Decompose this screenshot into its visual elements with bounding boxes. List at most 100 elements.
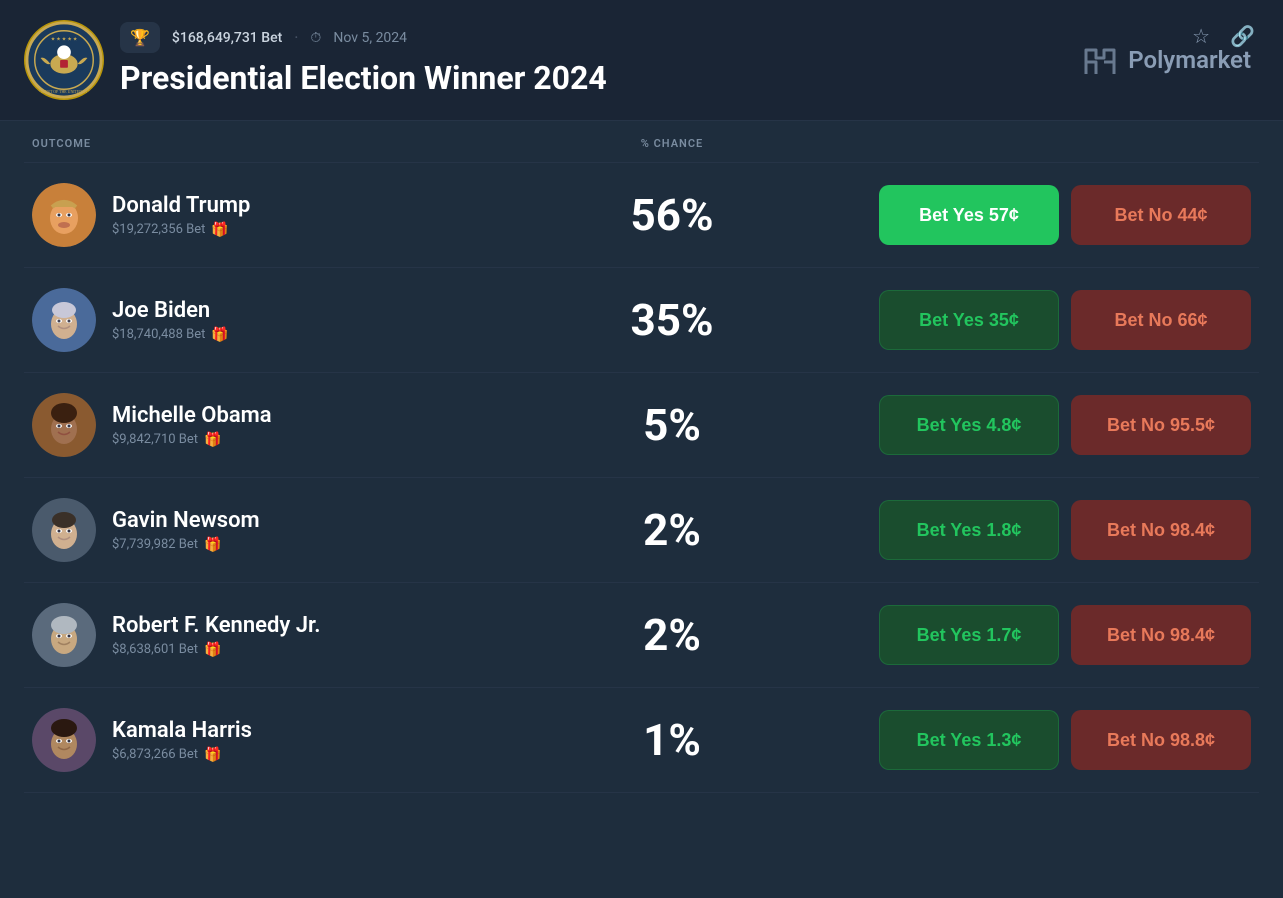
candidates-list: Donald Trump $19,272,356 Bet 🎁 56% Bet Y… [24, 163, 1259, 793]
table-header: OUTCOME % CHANCE [24, 121, 1259, 163]
gift-icon: 🎁 [211, 222, 228, 238]
candidate-avatar [32, 603, 96, 667]
avatar-wrapper [32, 288, 96, 352]
bet-yes-button[interactable]: Bet Yes 4.8¢ [879, 395, 1059, 455]
candidate-name: Michelle Obama [112, 403, 272, 428]
bet-actions: Bet Yes 1.7¢ Bet No 98.4¢ [752, 605, 1251, 665]
candidate-name: Kamala Harris [112, 718, 252, 743]
bet-no-button[interactable]: Bet No 98.4¢ [1071, 500, 1251, 560]
candidate-avatar [32, 393, 96, 457]
bet-yes-button[interactable]: Bet Yes 1.7¢ [879, 605, 1059, 665]
candidate-row: Donald Trump $19,272,356 Bet 🎁 56% Bet Y… [24, 163, 1259, 268]
chance-percent: 2% [643, 609, 701, 661]
trophy-badge: 🏆 [120, 22, 160, 53]
candidate-bet-amount: $18,740,488 Bet 🎁 [112, 327, 229, 343]
svg-text:★ ★ ★ ★ ★: ★ ★ ★ ★ ★ [51, 37, 78, 43]
bet-no-button[interactable]: Bet No 98.4¢ [1071, 605, 1251, 665]
candidate-info: Kamala Harris $6,873,266 Bet 🎁 [32, 708, 592, 772]
header-meta: 🏆 $168,649,731 Bet · ⏱ Nov 5, 2024 Presi… [120, 22, 1066, 97]
bet-no-button[interactable]: Bet No 95.5¢ [1071, 395, 1251, 455]
header: ★ ★ ★ ★ ★ PRESIDENT OF THE UNITED STATES… [0, 0, 1283, 121]
chance-percent: 56% [630, 189, 713, 241]
candidate-info: Donald Trump $19,272,356 Bet 🎁 [32, 183, 592, 247]
candidate-row: Gavin Newsom $7,739,982 Bet 🎁 2% Bet Yes… [24, 478, 1259, 583]
candidate-info: Robert F. Kennedy Jr. $8,638,601 Bet 🎁 [32, 603, 592, 667]
trophy-icon: 🏆 [130, 28, 150, 47]
chance-column: 5% [592, 399, 752, 451]
chance-percent: 5% [643, 399, 701, 451]
candidate-name: Robert F. Kennedy Jr. [112, 613, 321, 638]
bet-yes-button[interactable]: Bet Yes 1.3¢ [879, 710, 1059, 770]
candidate-row: Robert F. Kennedy Jr. $8,638,601 Bet 🎁 2… [24, 583, 1259, 688]
bet-actions: Bet Yes 57¢ Bet No 44¢ [752, 185, 1251, 245]
bet-actions: Bet Yes 4.8¢ Bet No 95.5¢ [752, 395, 1251, 455]
bet-actions: Bet Yes 35¢ Bet No 66¢ [752, 290, 1251, 350]
candidate-avatar [32, 288, 96, 352]
candidate-name: Donald Trump [112, 193, 250, 218]
chance-column: 2% [592, 609, 752, 661]
avatar-wrapper [32, 498, 96, 562]
chance-percent: 35% [630, 294, 713, 346]
candidate-details: Gavin Newsom $7,739,982 Bet 🎁 [112, 508, 260, 553]
gift-icon: 🎁 [204, 432, 221, 448]
avatar-wrapper [32, 708, 96, 772]
avatar-wrapper [32, 183, 96, 247]
clock-icon: ⏱ [310, 30, 321, 46]
candidate-row: Michelle Obama $9,842,710 Bet 🎁 5% Bet Y… [24, 373, 1259, 478]
chance-column-header: % CHANCE [592, 137, 752, 150]
chance-percent: 1% [643, 714, 701, 766]
bet-yes-button[interactable]: Bet Yes 1.8¢ [879, 500, 1059, 560]
outcome-column-header: OUTCOME [32, 137, 592, 150]
header-top-row: 🏆 $168,649,731 Bet · ⏱ Nov 5, 2024 [120, 22, 1066, 53]
separator: · [294, 28, 298, 47]
candidate-bet-amount: $19,272,356 Bet 🎁 [112, 222, 250, 238]
candidate-avatar [32, 183, 96, 247]
avatar-wrapper [32, 603, 96, 667]
gift-icon: 🎁 [204, 642, 221, 658]
header-actions: ☆ 🔗 [1188, 20, 1259, 53]
bet-yes-button[interactable]: Bet Yes 35¢ [879, 290, 1059, 350]
presidential-seal-logo: ★ ★ ★ ★ ★ PRESIDENT OF THE UNITED STATES [24, 20, 104, 100]
candidate-info: Joe Biden $18,740,488 Bet 🎁 [32, 288, 592, 352]
candidate-bet-amount: $6,873,266 Bet 🎁 [112, 747, 252, 763]
bet-no-button[interactable]: Bet No 98.8¢ [1071, 710, 1251, 770]
candidate-bet-amount: $9,842,710 Bet 🎁 [112, 432, 272, 448]
event-date: Nov 5, 2024 [333, 30, 407, 46]
candidate-avatar [32, 708, 96, 772]
candidate-info: Gavin Newsom $7,739,982 Bet 🎁 [32, 498, 592, 562]
bookmark-button[interactable]: ☆ [1188, 20, 1214, 53]
bet-no-button[interactable]: Bet No 66¢ [1071, 290, 1251, 350]
chance-column: 35% [592, 294, 752, 346]
bet-actions: Bet Yes 1.3¢ Bet No 98.8¢ [752, 710, 1251, 770]
candidate-details: Joe Biden $18,740,488 Bet 🎁 [112, 298, 229, 343]
polymarket-logo-icon [1082, 42, 1118, 78]
svg-text:PRESIDENT OF THE UNITED STATES: PRESIDENT OF THE UNITED STATES [31, 90, 96, 94]
gift-icon: 🎁 [211, 327, 228, 343]
page-wrapper: ★ ★ ★ ★ ★ PRESIDENT OF THE UNITED STATES… [0, 0, 1283, 898]
candidate-name: Gavin Newsom [112, 508, 260, 533]
gift-icon: 🎁 [204, 747, 221, 763]
bet-actions: Bet Yes 1.8¢ Bet No 98.4¢ [752, 500, 1251, 560]
candidate-details: Kamala Harris $6,873,266 Bet 🎁 [112, 718, 252, 763]
candidate-details: Donald Trump $19,272,356 Bet 🎁 [112, 193, 250, 238]
chance-percent: 2% [643, 504, 701, 556]
share-button[interactable]: 🔗 [1226, 20, 1259, 53]
candidate-avatar [32, 498, 96, 562]
page-title: Presidential Election Winner 2024 [120, 59, 1066, 97]
chance-column: 2% [592, 504, 752, 556]
total-bet-amount: $168,649,731 Bet [172, 30, 282, 46]
candidates-table: OUTCOME % CHANCE Donald Trump $19,272,35… [0, 121, 1283, 793]
candidate-details: Robert F. Kennedy Jr. $8,638,601 Bet 🎁 [112, 613, 321, 658]
chance-column: 56% [592, 189, 752, 241]
chance-column: 1% [592, 714, 752, 766]
bet-no-button[interactable]: Bet No 44¢ [1071, 185, 1251, 245]
avatar-wrapper [32, 393, 96, 457]
bet-yes-button[interactable]: Bet Yes 57¢ [879, 185, 1059, 245]
candidate-row: Kamala Harris $6,873,266 Bet 🎁 1% Bet Ye… [24, 688, 1259, 793]
candidate-details: Michelle Obama $9,842,710 Bet 🎁 [112, 403, 272, 448]
candidate-name: Joe Biden [112, 298, 229, 323]
candidate-bet-amount: $7,739,982 Bet 🎁 [112, 537, 260, 553]
candidate-info: Michelle Obama $9,842,710 Bet 🎁 [32, 393, 592, 457]
candidate-row: Joe Biden $18,740,488 Bet 🎁 35% Bet Yes … [24, 268, 1259, 373]
gift-icon: 🎁 [204, 537, 221, 553]
